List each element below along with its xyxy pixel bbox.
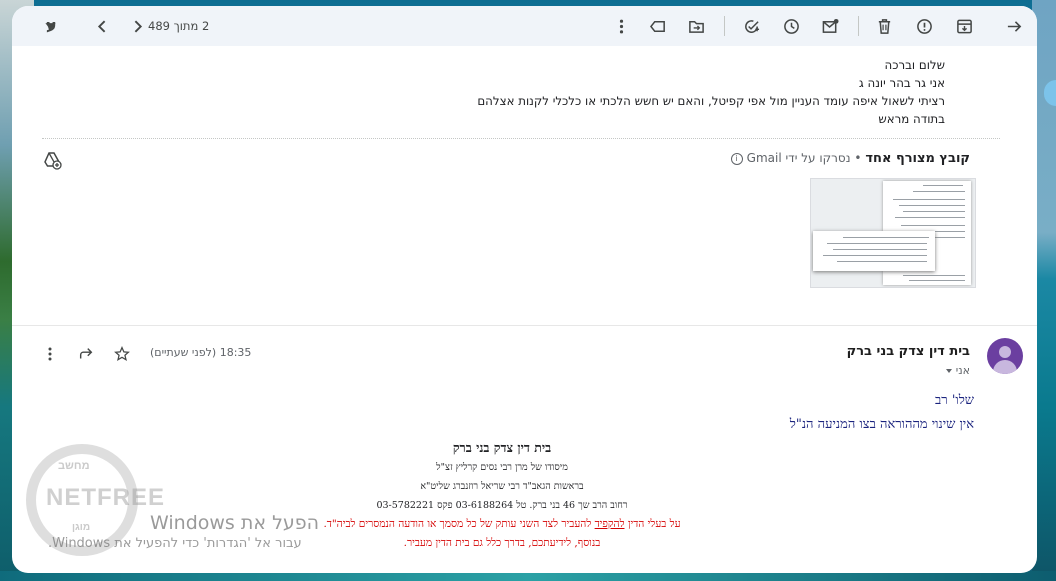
newer-chevron-icon[interactable] [90, 14, 114, 38]
add-to-drive-icon[interactable] [42, 150, 62, 170]
move-to-icon[interactable] [684, 14, 708, 38]
report-spam-icon[interactable] [912, 14, 936, 38]
document-page-preview [813, 231, 935, 271]
message-divider [12, 325, 1037, 326]
attachments-divider [42, 138, 1000, 139]
toolbar-divider [724, 16, 725, 36]
message-body-1: שלום וברכה אני גר בהר יונה ג רציתי לשאול… [477, 56, 945, 128]
older-chevron-icon[interactable] [125, 14, 149, 38]
input-tools-language[interactable]: ע [46, 16, 57, 35]
add-task-icon[interactable] [739, 14, 763, 38]
body-line: רציתי לשאול איפה עומד העניין מול אפי קפי… [477, 94, 945, 108]
sender-avatar[interactable] [987, 338, 1023, 374]
body-line: אני גר בהר יונה ג [858, 76, 945, 90]
body-line: שלום וברכה [884, 58, 946, 72]
signature-founder: מיסודו של מרן רבי נסים קרליץ זצ"ל [436, 462, 568, 473]
attachment-count: קובץ מצורף אחד [865, 151, 970, 166]
recipient-label: אני [955, 364, 970, 377]
notice-text: להעביר לצד השני עותק של כל מסמך או הודעה… [323, 518, 595, 530]
mark-unread-icon[interactable] [818, 14, 842, 38]
label-icon[interactable] [646, 14, 670, 38]
attachments-header: קובץ מצורף אחד • נסרקו על ידי Gmail i [728, 150, 970, 166]
message-timestamp: 18:35 (לפני שעתיים) [150, 346, 252, 359]
message-toolbar: ע 2 מתוך 489 [12, 6, 1037, 46]
signature-notice-2: בנוסף, לידיעתכם, בדרך כלל גם בית הדין מע… [403, 537, 601, 549]
forward-icon[interactable] [76, 344, 96, 364]
toolbar-divider [858, 16, 859, 36]
signature-title: בית דין צדק בני ברק [452, 440, 552, 455]
conversation-view: שלום וברכה אני גר בהר יונה ג רציתי לשאול… [12, 46, 1037, 573]
message-more-icon[interactable] [40, 344, 60, 364]
attachment-dot: • [850, 151, 862, 165]
notice-emphasis: להקפיד [594, 518, 625, 530]
more-vert-icon[interactable] [609, 14, 633, 38]
signature-notice: על בעלי הדין להקפיד להעביר לצד השני עותק… [292, 515, 712, 534]
message-greeting: שלו' רב [935, 393, 974, 408]
windows-activation-title: הפעל את Windows [150, 512, 320, 534]
attachment-thumbnail[interactable] [810, 178, 976, 288]
court-signature: בית דין צדק בני ברק מיסודו של מרן רבי נס… [292, 438, 712, 553]
archive-icon[interactable] [952, 14, 976, 38]
star-icon[interactable] [112, 344, 132, 364]
message-body-2: אין שינוי מההוראה בצו המניעה הנ"ל [789, 417, 974, 432]
signature-head: בראשות הגאב"ד רבי שריאל רוזנברג שליט"א [420, 481, 584, 492]
info-icon[interactable]: i [730, 152, 743, 165]
sender-name[interactable]: בית דין צדק בני ברק [847, 344, 970, 359]
back-arrow-icon[interactable] [1002, 14, 1026, 38]
pager-count: 2 מתוך 489 [148, 19, 210, 33]
gmail-window: ע 2 מתוך 489 שלום וברכה אני גר בהר יונה … [12, 6, 1037, 573]
recipient-details[interactable]: אני [945, 364, 970, 377]
attachment-scan-status: נסרקו על ידי Gmail [746, 151, 851, 165]
show-details-caret-icon[interactable] [945, 369, 952, 373]
snooze-icon[interactable] [779, 14, 803, 38]
netfree-top-text: מחשב [58, 460, 90, 472]
body-line: בתודה מראש [878, 112, 945, 126]
delete-icon[interactable] [872, 14, 896, 38]
netfree-bottom-text: מוגן [72, 522, 91, 533]
signature-address: רחוב הרב שך 46 בני ברק. טל 03-6188264 פק… [376, 500, 628, 511]
netfree-text: NETFREE [46, 484, 166, 511]
notice-text: על בעלי הדין [624, 518, 681, 530]
windows-activation-subtitle: עבור אל 'הגדרות' כדי להפעיל את Windows. [48, 536, 302, 551]
